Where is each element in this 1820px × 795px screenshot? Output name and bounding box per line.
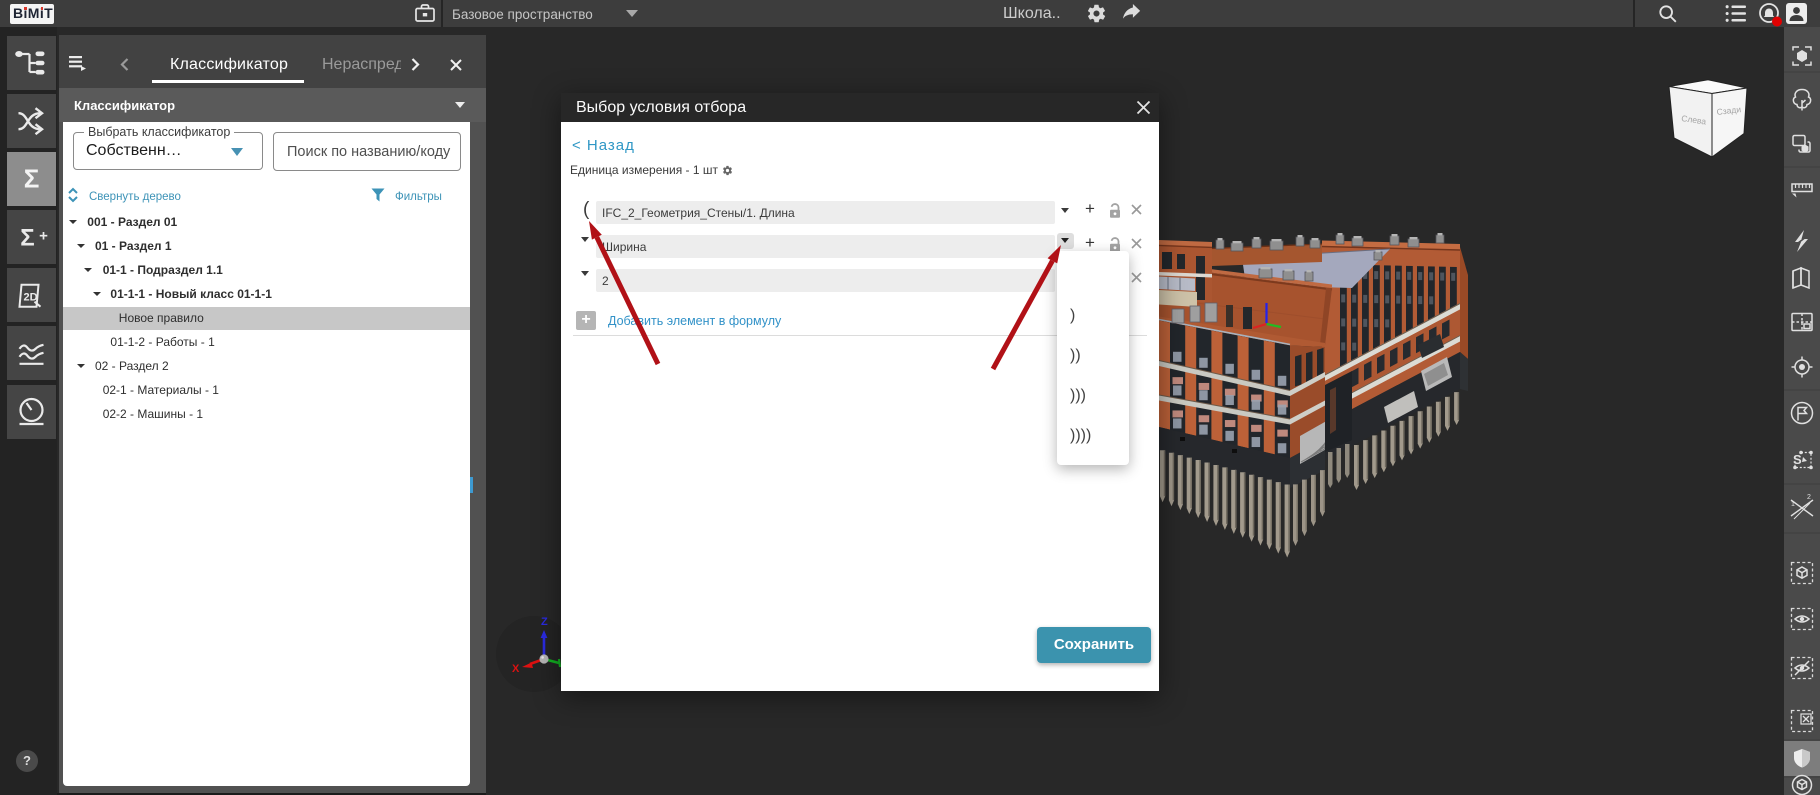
svg-text:+: + [39,227,48,244]
svg-text:1: 1 [1791,501,1795,508]
svg-text:Σ: Σ [24,163,40,193]
svg-text:X: X [512,663,520,675]
svg-text:Σ: Σ [20,224,34,251]
svg-text:2: 2 [1807,494,1811,501]
svg-text:Z: Z [541,616,548,628]
svg-text:2D: 2D [23,291,37,303]
